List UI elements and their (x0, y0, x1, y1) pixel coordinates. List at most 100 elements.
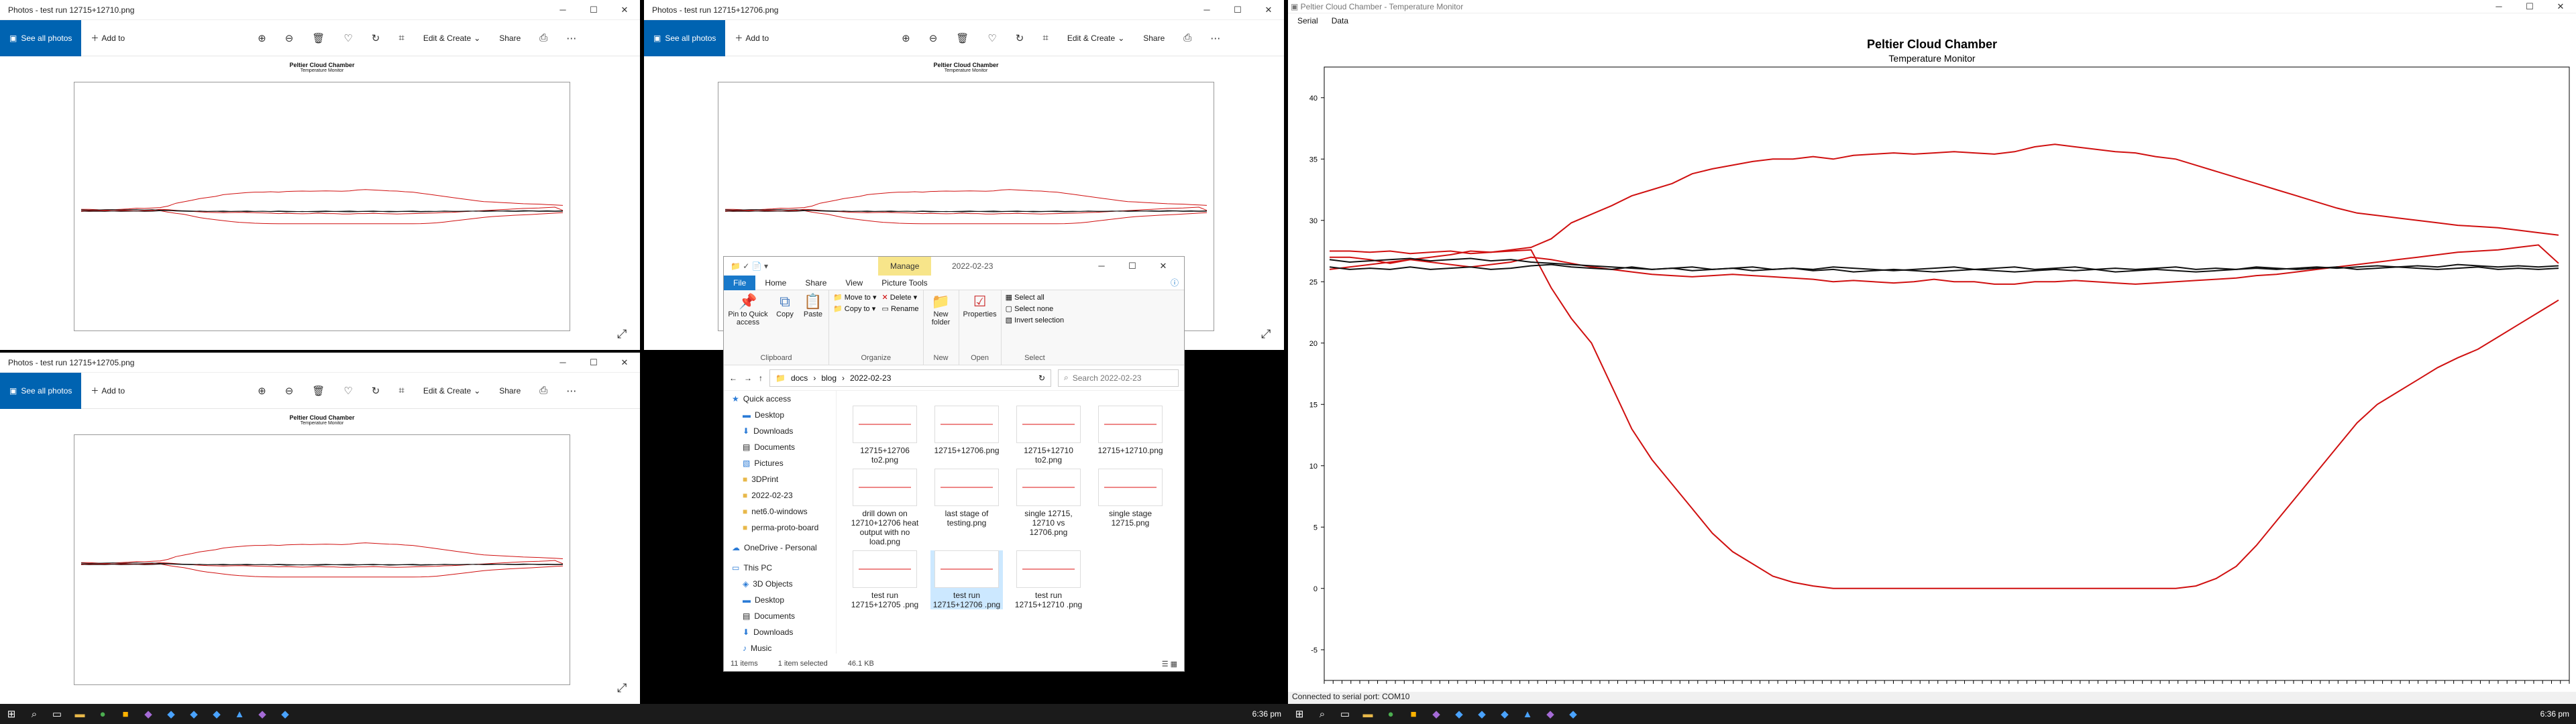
chrome-icon[interactable]: ● (1379, 709, 1402, 720)
minimize-button[interactable]: ─ (1191, 5, 1222, 15)
maximize-button[interactable]: ☐ (1117, 261, 1148, 272)
task-view-icon[interactable]: ▭ (46, 708, 68, 720)
breadcrumb[interactable]: 📁 docs › blog › 2022-02-23 ↻ (769, 369, 1051, 387)
breadcrumb-item[interactable]: blog (821, 373, 837, 383)
invert-selection-button[interactable]: ▧ Invert selection (1006, 316, 1064, 324)
vs-icon[interactable]: ◆ (1425, 708, 1448, 720)
print-icon[interactable]: ⎙ (530, 32, 557, 44)
maximize-button[interactable]: ☐ (578, 357, 609, 368)
refresh-icon[interactable]: ↻ (1038, 373, 1045, 383)
expand-icon[interactable]: ⤢ (617, 327, 627, 341)
print-icon[interactable]: ⎙ (1174, 32, 1201, 44)
move-to-button[interactable]: 📁 Move to ▾ (833, 293, 876, 302)
tab-file[interactable]: File (724, 275, 756, 290)
tab-picture-tools[interactable]: Picture Tools (872, 276, 936, 290)
task-view-icon[interactable]: ▭ (1334, 708, 1356, 720)
print-icon[interactable]: ⎙ (530, 385, 557, 396)
close-button[interactable]: ✕ (609, 5, 640, 15)
maximize-button[interactable]: ☐ (2514, 1, 2545, 12)
back-icon[interactable]: ← (729, 373, 737, 383)
file-item[interactable]: drill down on 12710+12706 heat output wi… (849, 469, 921, 546)
menu-data[interactable]: Data (1332, 16, 1348, 25)
nav-item[interactable]: ▭ This PC (724, 560, 836, 576)
nav-item[interactable]: ▬ Desktop (724, 407, 836, 423)
search-icon[interactable]: ⌕ (1311, 709, 1334, 720)
manage-tab[interactable]: Manage (878, 257, 932, 276)
app-icon[interactable]: ◆ (1562, 708, 1585, 720)
breadcrumb-item[interactable]: docs (791, 373, 808, 383)
explorer-icon[interactable]: ▬ (68, 709, 91, 720)
heart-icon[interactable]: ♡ (978, 32, 1006, 44)
add-to-button[interactable]: ＋ Add to (725, 32, 778, 44)
app-icon[interactable]: ■ (1402, 709, 1425, 720)
file-item-selected[interactable]: test run 12715+12706 .png (930, 550, 1003, 609)
nav-item[interactable]: ⬇ Downloads (724, 423, 836, 439)
minimize-button[interactable]: ─ (547, 5, 578, 15)
vs-icon[interactable]: ◆ (137, 708, 160, 720)
see-all-photos-button[interactable]: ▣ See all photos (0, 372, 82, 409)
expand-icon[interactable]: ⤢ (617, 681, 627, 695)
add-to-button[interactable]: ＋ Add to (81, 385, 134, 396)
see-all-photos-button[interactable]: ▣ See all photos (644, 19, 726, 56)
nav-item[interactable]: ▬ Desktop (724, 592, 836, 608)
tab-share[interactable]: Share (796, 276, 836, 290)
file-item[interactable]: test run 12715+12710 .png (1012, 550, 1085, 609)
explorer-icon[interactable]: ▬ (1356, 709, 1379, 720)
file-item[interactable]: single stage 12715.png (1094, 469, 1167, 528)
maximize-button[interactable]: ☐ (1222, 5, 1253, 15)
nav-item[interactable]: ★ Quick access (724, 391, 836, 407)
close-button[interactable]: ✕ (1148, 261, 1179, 272)
select-all-button[interactable]: ▦ Select all (1006, 293, 1064, 302)
nav-item[interactable]: ■ 2022-02-23 (724, 487, 836, 503)
share-button[interactable]: Share (490, 34, 530, 43)
nav-item[interactable]: ◈ 3D Objects (724, 576, 836, 592)
edit-create-button[interactable]: Edit & Create ⌄ (414, 386, 490, 396)
app-icon[interactable]: ◆ (1470, 708, 1493, 720)
menu-serial[interactable]: Serial (1297, 16, 1318, 25)
app-icon[interactable]: ◆ (1539, 708, 1562, 720)
nav-item[interactable]: ■ 3DPrint (724, 471, 836, 487)
new-folder-button[interactable]: 📁 New folder (928, 293, 955, 326)
help-icon[interactable]: ⓘ (1171, 277, 1184, 288)
file-item[interactable]: test run 12715+12705 .png (849, 550, 921, 609)
search-input[interactable]: ⌕ Search 2022-02-23 (1058, 369, 1179, 387)
heart-icon[interactable]: ♡ (334, 385, 362, 397)
app-icon[interactable]: ◆ (182, 708, 205, 720)
rename-button[interactable]: ▭ Rename (881, 304, 918, 313)
app-icon[interactable]: ◆ (1493, 708, 1516, 720)
select-none-button[interactable]: ▢ Select none (1006, 304, 1064, 313)
start-icon[interactable]: ⊞ (1288, 708, 1311, 720)
heart-icon[interactable]: ♡ (334, 32, 362, 44)
minimize-button[interactable]: ─ (1086, 261, 1117, 272)
share-button[interactable]: Share (1134, 34, 1174, 43)
see-all-photos-button[interactable]: ▣ See all photos (0, 19, 82, 56)
taskbar-clock[interactable]: 6:36 pm (2540, 709, 2569, 719)
file-item[interactable]: 12715+12706.png (930, 406, 1003, 455)
zoom-in-icon[interactable]: ⊕ (892, 32, 920, 44)
share-button[interactable]: Share (490, 386, 530, 396)
copy-to-button[interactable]: 📁 Copy to ▾ (833, 304, 876, 313)
nav-item[interactable]: ■ perma-proto-board (724, 520, 836, 536)
maximize-button[interactable]: ☐ (578, 5, 609, 15)
app-icon[interactable]: ◆ (251, 708, 274, 720)
rotate-icon[interactable]: ↻ (1006, 32, 1034, 44)
tab-view[interactable]: View (836, 276, 872, 290)
zoom-out-icon[interactable]: ⊖ (920, 32, 947, 44)
start-icon[interactable]: ⊞ (0, 708, 23, 720)
edit-create-button[interactable]: Edit & Create ⌄ (1058, 34, 1134, 43)
zoom-out-icon[interactable]: ⊖ (276, 32, 303, 44)
crop-icon[interactable]: ⌗ (1033, 32, 1057, 44)
quick-access-toolbar-icons[interactable]: 📁 ✓ 📄 ▾ (724, 261, 768, 271)
file-item[interactable]: 12715+12706 to2.png (849, 406, 921, 465)
tab-home[interactable]: Home (755, 276, 796, 290)
minimize-button[interactable]: ─ (547, 357, 578, 367)
view-toggle-icons[interactable]: ☰ ▦ (1162, 660, 1184, 668)
more-icon[interactable]: ⋯ (1201, 32, 1230, 44)
taskbar-clock[interactable]: 6:36 pm (1252, 709, 1281, 719)
add-to-button[interactable]: ＋ Add to (81, 32, 134, 44)
zoom-in-icon[interactable]: ⊕ (248, 385, 276, 397)
copy-button[interactable]: ⧉ Copy (773, 293, 796, 318)
close-button[interactable]: ✕ (609, 357, 640, 368)
breadcrumb-item[interactable]: 2022-02-23 (850, 373, 891, 383)
app-icon[interactable]: ◆ (205, 708, 228, 720)
